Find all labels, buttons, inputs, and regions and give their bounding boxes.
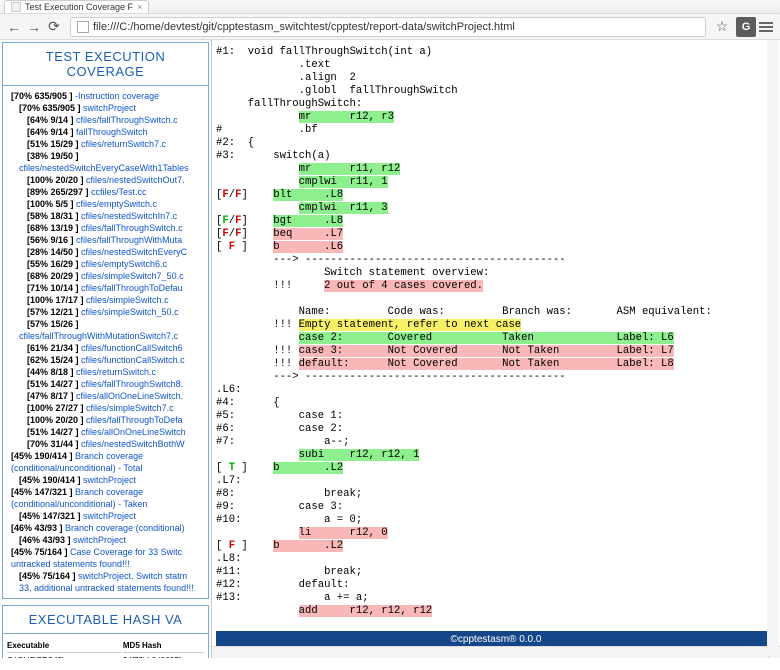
hash-table: Executable MD5 Hash C:\GHS\PPC42\asppc.e… (5, 638, 206, 658)
coverage-line[interactable]: [70% 635/905 ] switchProject (5, 102, 206, 114)
page-icon (11, 2, 21, 12)
page-content: TEST EXECUTION COVERAGE [70% 635/905 ] -… (0, 40, 780, 658)
coverage-line[interactable]: [51% 14/27 ] cfiles/allOnOneLineSwitch (5, 426, 206, 438)
hash-col-exe: Executable (7, 640, 121, 653)
default-not-covered: default: Not Covered Not Taken Label: L8 (299, 358, 674, 370)
coverage-line[interactable]: [38% 19/50 ] (5, 150, 206, 162)
asm-b: b .L2 (273, 462, 343, 474)
code-panel: #1: void fallThroughSwitch(int a) .text … (212, 40, 780, 658)
asm-li: li r12, 0 (299, 527, 388, 539)
empty-stmt: Empty statement, refer to next case (299, 319, 522, 331)
coverage-line[interactable]: (conditional/unconditional) - Taken (5, 498, 206, 510)
case-not-covered: case 3: Not Covered Not Taken Label: L7 (299, 345, 674, 357)
coverage-line[interactable]: [57% 15/26 ] (5, 318, 206, 330)
coverage-line[interactable]: [62% 15/24 ] cfiles/functionCallSwitch.c (5, 354, 206, 366)
hash-body: Executable MD5 Hash C:\GHS\PPC42\asppc.e… (3, 634, 208, 658)
hash-panel: EXECUTABLE HASH VA Executable MD5 Hash C… (2, 605, 209, 658)
coverage-line[interactable]: [28% 14/50 ] cfiles/nestedSwitchEveryC (5, 246, 206, 258)
coverage-panel: TEST EXECUTION COVERAGE [70% 635/905 ] -… (2, 42, 209, 599)
browser-tab[interactable]: Test Execution Coverage F × (4, 0, 149, 13)
file-icon (77, 21, 89, 33)
coverage-line[interactable]: [71% 10/14 ] cfiles/fallThroughToDefau (5, 282, 206, 294)
asm-cmplwi: cmplwi r11, 1 (299, 176, 388, 188)
coverage-line[interactable]: [100% 27/27 ] cfiles/simpleSwitch7.c (5, 402, 206, 414)
reload-button[interactable]: ⟳ (44, 17, 64, 37)
hash-panel-title: EXECUTABLE HASH VA (3, 606, 208, 634)
coverage-line[interactable]: [100% 20/20 ] cfiles/fallThroughToDefa (5, 414, 206, 426)
asm-subi: subi r12, r12, 1 (299, 449, 420, 461)
asm-add: add r12, r12, r12 (299, 605, 433, 617)
coverage-line[interactable]: [89% 265/297 ] ccfiles/Test.cc (5, 186, 206, 198)
browser-toolbar: ← → ⟳ file:///C:/home/devtest/git/cpptes… (0, 14, 780, 40)
hamburger-icon (759, 22, 773, 32)
coverage-line[interactable]: [46% 43/93 ] Branch coverage (conditiona… (5, 522, 206, 534)
scrollbar-vertical[interactable] (767, 40, 779, 656)
close-icon[interactable]: × (137, 2, 142, 12)
browser-tabstrip: Test Execution Coverage F × (0, 0, 780, 14)
forward-button[interactable]: → (24, 17, 44, 37)
hash-col-md5: MD5 Hash (123, 640, 204, 653)
coverage-line[interactable]: [68% 20/29 ] cfiles/simpleSwitch7_50.c (5, 270, 206, 282)
coverage-line[interactable]: [57% 12/21 ] cfiles/simpleSwitch_50.c (5, 306, 206, 318)
coverage-line[interactable]: [46% 43/93 ] switchProject (5, 534, 206, 546)
coverage-line[interactable]: [64% 9/14 ] fallThroughSwitch (5, 126, 206, 138)
url-text: file:///C:/home/devtest/git/cpptestasm_s… (93, 21, 515, 33)
asm-bgt: bgt .L8 (273, 215, 343, 227)
asm-beq: beq .L7 (273, 228, 343, 240)
bookmark-button[interactable]: ☆ (712, 17, 732, 37)
coverage-line[interactable]: [51% 14/27 ] cfiles/fallThroughSwitch8. (5, 378, 206, 390)
coverage-line[interactable]: [100% 17/17 ] cfiles/simpleSwitch.c (5, 294, 206, 306)
tab-title: Test Execution Coverage F (25, 2, 133, 12)
menu-button[interactable] (756, 17, 776, 37)
asm-b: b .L6 (273, 241, 343, 253)
cov-summary: 2 out of 4 cases covered. (324, 280, 483, 292)
coverage-line[interactable]: [45% 75/164 ] switchProject. Switch stat… (5, 570, 206, 582)
case-covered: case 2: Covered Taken Label: L6 (299, 332, 674, 344)
coverage-line[interactable]: [45% 190/414 ] Branch coverage (5, 450, 206, 462)
coverage-line[interactable]: [45% 147/321 ] switchProject (5, 510, 206, 522)
coverage-line[interactable]: (conditional/unconditional) - Total (5, 462, 206, 474)
coverage-line[interactable]: [47% 8/17 ] cfiles/allOnOneLineSwitch. (5, 390, 206, 402)
coverage-line[interactable]: [70% 635/905 ] -Instruction coverage (5, 90, 206, 102)
coverage-line[interactable]: [58% 18/31 ] cfiles/nestedSwitchIn7.c (5, 210, 206, 222)
asm-blt: blt .L8 (273, 189, 343, 201)
asm-cmplwi: cmplwi r11, 3 (299, 202, 388, 214)
asm-mr: mr r11, r12 (299, 163, 401, 175)
coverage-line[interactable]: [70% 31/44 ] cfiles/nestedSwitchBothW (5, 438, 206, 450)
scrollbar-horizontal[interactable] (212, 646, 768, 658)
coverage-line[interactable]: [68% 13/19 ] cfiles/fallThroughSwitch.c (5, 222, 206, 234)
hash-row: C:\GHS\PPC42\asppc.exe24f73bb0d8097fa (7, 655, 204, 658)
coverage-line[interactable]: 33, additional untracked statements foun… (5, 582, 206, 594)
coverage-line[interactable]: [56% 9/16 ] cfiles/fallThroughWithMuta (5, 234, 206, 246)
coverage-line[interactable]: [44% 8/18 ] cfiles/returnSwitch.c (5, 366, 206, 378)
coverage-panel-title: TEST EXECUTION COVERAGE (3, 43, 208, 86)
code-area: #1: void fallThroughSwitch(int a) .text … (212, 40, 780, 625)
coverage-line[interactable]: [64% 9/14 ] cfiles/fallThroughSwitch.c (5, 114, 206, 126)
coverage-tree: [70% 635/905 ] -Instruction coverage[70%… (3, 86, 208, 598)
asm-b: b .L2 (273, 540, 343, 552)
coverage-line[interactable]: [45% 190/414 ] switchProject (5, 474, 206, 486)
coverage-line[interactable]: untracked statements found!!! (5, 558, 206, 570)
back-button[interactable]: ← (4, 17, 24, 37)
asm-mr: mr r12, r3 (299, 111, 394, 123)
coverage-line[interactable]: [45% 75/164 ] Case Coverage for 33 Switc (5, 546, 206, 558)
coverage-line[interactable]: [55% 16/29 ] cfiles/emptySwitch6.c (5, 258, 206, 270)
coverage-line[interactable]: [100% 5/5 ] cfiles/emptySwitch.c (5, 198, 206, 210)
coverage-line[interactable]: [61% 21/34 ] cfiles/functionCallSwitch6 (5, 342, 206, 354)
coverage-line[interactable]: [100% 20/20 ] cfiles/nestedSwitchOut7. (5, 174, 206, 186)
coverage-line[interactable]: cfiles/nestedSwitchEveryCaseWith1Tables (5, 162, 206, 174)
coverage-line[interactable]: [51% 15/29 ] cfiles/returnSwitch7.c (5, 138, 206, 150)
extension-g-button[interactable]: G (736, 17, 756, 37)
coverage-line[interactable]: cfiles/fallThroughWithMutationSwitch7.c (5, 330, 206, 342)
sidebar: TEST EXECUTION COVERAGE [70% 635/905 ] -… (0, 40, 212, 658)
coverage-line[interactable]: [45% 147/321 ] Branch coverage (5, 486, 206, 498)
address-bar[interactable]: file:///C:/home/devtest/git/cpptestasm_s… (70, 17, 706, 37)
